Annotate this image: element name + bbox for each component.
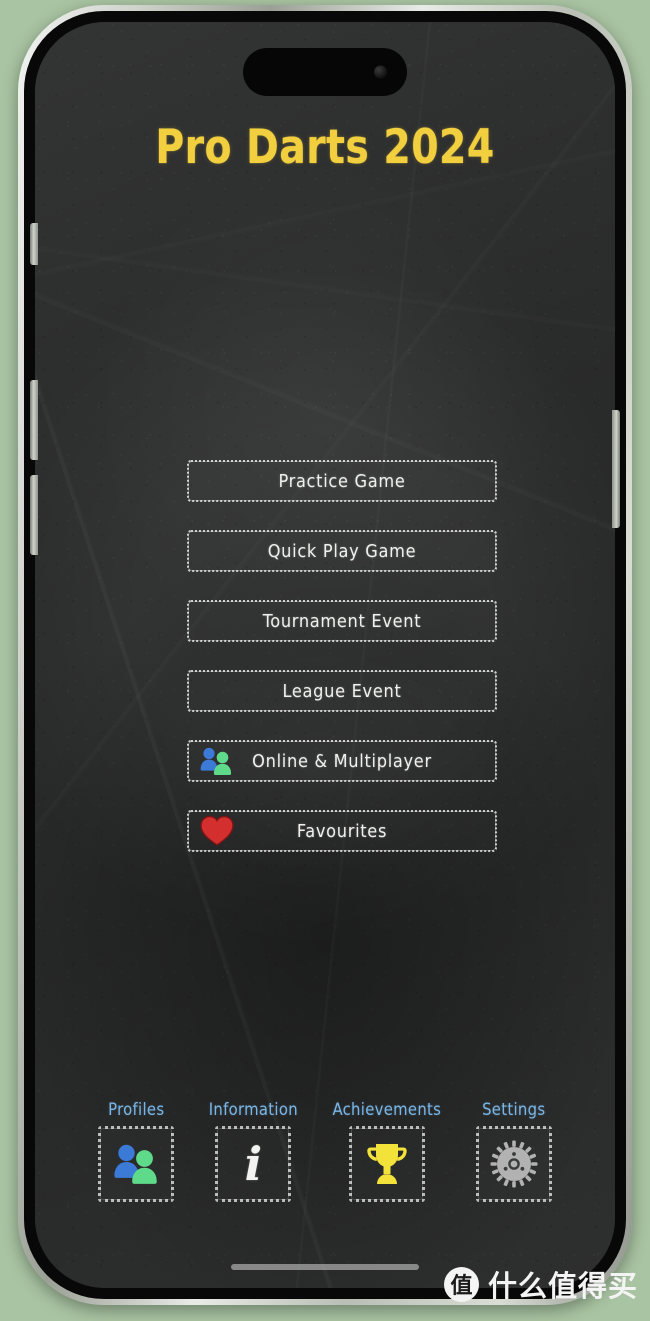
menu-item-label: Practice Game — [278, 470, 406, 492]
home-indicator — [231, 1264, 419, 1270]
nav-item-box[interactable] — [476, 1126, 552, 1202]
nav-item-box[interactable] — [98, 1126, 174, 1202]
phone-device-frame: Pro Darts 2024 Practice Game Quick Play … — [18, 5, 632, 1305]
page-title: Pro Darts 2024 — [155, 120, 495, 175]
heart-icon — [197, 815, 237, 847]
nav-item-achievements[interactable]: Achievements — [332, 1100, 441, 1202]
bottom-nav: Profiles Information i Achievements Sett… — [35, 1100, 615, 1202]
nav-item-settings[interactable]: Settings — [476, 1100, 552, 1202]
info-icon: i — [244, 1137, 263, 1191]
menu-item-label: Tournament Event — [262, 610, 422, 632]
front-camera-icon — [374, 65, 387, 79]
menu-item-label: League Event — [282, 680, 402, 702]
nav-item-profiles[interactable]: Profiles — [98, 1100, 174, 1202]
watermark-logo-icon: 值 — [443, 1266, 479, 1302]
people-icon — [197, 745, 237, 777]
nav-item-box[interactable]: i — [215, 1126, 291, 1202]
phone-screen: Pro Darts 2024 Practice Game Quick Play … — [35, 22, 615, 1288]
menu-item-tournament-event[interactable]: Tournament Event — [187, 600, 497, 642]
main-menu: Practice Game Quick Play Game Tournament… — [187, 460, 497, 880]
phone-bezel: Pro Darts 2024 Practice Game Quick Play … — [24, 11, 626, 1299]
nav-item-information[interactable]: Information i — [209, 1100, 298, 1202]
menu-item-label: Favourites — [296, 820, 388, 842]
menu-item-label: Quick Play Game — [267, 540, 417, 562]
nav-item-label: Settings — [482, 1100, 546, 1119]
app-content: Pro Darts 2024 Practice Game Quick Play … — [35, 22, 615, 1288]
dynamic-island — [243, 48, 407, 96]
menu-item-practice-game[interactable]: Practice Game — [187, 460, 497, 502]
watermark-text: 什么值得买 — [487, 1269, 638, 1303]
menu-item-label: Online & Multiplayer — [252, 750, 432, 772]
gear-icon — [490, 1140, 538, 1188]
nav-item-box[interactable] — [349, 1126, 425, 1202]
menu-item-quick-play-game[interactable]: Quick Play Game — [187, 530, 497, 572]
trophy-icon — [367, 1144, 407, 1184]
menu-item-league-event[interactable]: League Event — [187, 670, 497, 712]
watermark: 值 什么值得买 — [443, 1263, 638, 1305]
nav-item-label: Achievements — [332, 1100, 442, 1119]
people-icon — [114, 1144, 158, 1184]
nav-item-label: Profiles — [108, 1100, 165, 1119]
menu-item-favourites[interactable]: Favourites — [187, 810, 497, 852]
menu-item-online-multiplayer[interactable]: Online & Multiplayer — [187, 740, 497, 782]
nav-item-label: Information — [208, 1100, 298, 1119]
